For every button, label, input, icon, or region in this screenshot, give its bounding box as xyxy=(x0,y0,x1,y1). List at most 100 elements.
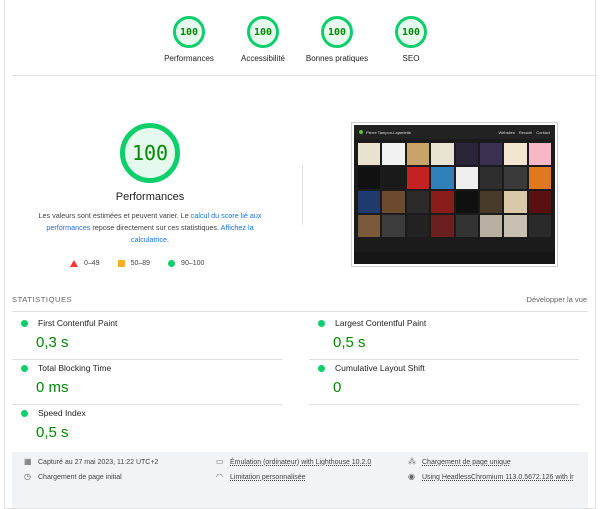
score-ring: 100 xyxy=(395,16,427,48)
divider xyxy=(12,359,282,360)
legend-pass: 90–100 xyxy=(168,260,204,267)
desc-text: . xyxy=(166,235,169,244)
gauge-accessibility[interactable]: 100 Accessibilité xyxy=(226,16,300,63)
metric-name: First Contentful Paint xyxy=(38,318,118,328)
info-emulation[interactable]: ▭ Émulation (ordinateur) with Lighthouse … xyxy=(216,458,371,468)
nodes-icon: ⁂ xyxy=(408,457,416,466)
score-value: 100 xyxy=(179,26,199,38)
metric-speed-index: Speed Index 0,5 s xyxy=(12,408,282,441)
pass-circle-icon xyxy=(21,364,28,372)
thumb-tile xyxy=(358,215,381,237)
info-single-load[interactable]: ⁂ Chargement de page unique xyxy=(408,458,511,468)
thumb-tile xyxy=(504,143,527,165)
score-ring: 100 xyxy=(247,16,279,48)
legend-range: 0–49 xyxy=(84,260,100,267)
expand-view-toggle[interactable]: Développer la vue xyxy=(527,295,587,304)
gauge-label: Performances xyxy=(164,54,214,63)
gauge-best-practices[interactable]: 100 Bonnes pratiques xyxy=(300,16,374,63)
thumb-tile xyxy=(455,167,478,189)
thumb-tile xyxy=(455,215,478,237)
info-throttling[interactable]: ◠ Limitation personnalisée xyxy=(216,473,306,483)
metric-value: 0,5 s xyxy=(36,424,69,441)
info-initial-load: ◷ Chargement de page initial xyxy=(24,473,122,483)
score-value: 100 xyxy=(253,26,273,38)
thumb-tile xyxy=(406,143,430,165)
thumb-tile xyxy=(479,191,503,213)
legend-range: 50–89 xyxy=(130,260,151,267)
calendar-icon: ▦ xyxy=(24,457,32,466)
thumb-nav-item: Websites xyxy=(498,129,515,135)
thumb-tile xyxy=(479,215,503,237)
legend-average: 50–89 xyxy=(117,260,151,267)
thumb-tile xyxy=(382,191,405,213)
thumb-tile xyxy=(382,167,405,189)
divider xyxy=(12,311,588,312)
thumb-tile xyxy=(528,143,551,165)
metric-value: 0 ms xyxy=(36,379,69,396)
info-browser[interactable]: ◉ Using HeadlessChromium 113.0.5672.126 w… xyxy=(408,473,584,483)
stats-heading: STATISTIQUES xyxy=(12,295,73,304)
thumb-tile xyxy=(431,215,454,237)
thumb-tile xyxy=(528,191,551,213)
score-ring: 100 xyxy=(173,16,205,48)
info-text: Capturé au 27 mai 2023, 11:22 UTC+2 xyxy=(38,459,159,466)
desc-text: Les valeurs sont estimées et peuvent var… xyxy=(38,211,191,220)
performance-score-ring: 100 xyxy=(120,123,180,183)
divider xyxy=(12,404,282,405)
info-text: Limitation personnalisée xyxy=(230,474,306,481)
score-legend: 0–49 50–89 90–100 xyxy=(70,260,204,267)
divider xyxy=(12,75,596,76)
circle-icon xyxy=(168,260,176,267)
thumb-tile xyxy=(504,215,527,237)
gauge-label: SEO xyxy=(402,54,420,63)
info-text: Chargement de page unique xyxy=(422,459,511,466)
metric-name: Cumulative Layout Shift xyxy=(335,363,425,373)
metric-cls: Cumulative Layout Shift 0 xyxy=(309,363,579,405)
vertical-divider xyxy=(302,165,303,225)
thumb-tile xyxy=(528,215,551,237)
gauge-label: Bonnes pratiques xyxy=(305,54,369,63)
metric-tbt: Total Blocking Time 0 ms xyxy=(12,363,282,405)
info-text: Using HeadlessChromium 113.0.5672.126 wi… xyxy=(422,474,574,481)
score-ring: 100 xyxy=(321,16,353,48)
info-text: Chargement de page initial xyxy=(38,474,122,481)
score-value: 100 xyxy=(327,26,347,38)
pass-circle-icon xyxy=(21,409,28,417)
legend-range: 90–100 xyxy=(181,260,205,267)
thumb-tile xyxy=(479,167,503,189)
pass-circle-icon xyxy=(318,319,325,327)
site-logo-icon xyxy=(359,130,363,134)
pass-circle-icon xyxy=(21,319,28,327)
thumb-tile xyxy=(504,167,527,189)
pass-circle-icon xyxy=(318,364,325,372)
final-screenshot[interactable]: Pierre Tampon-Lajarriette Websites Recue… xyxy=(352,123,557,266)
thumb-tile xyxy=(406,167,430,189)
performance-score-value: 100 xyxy=(131,141,169,165)
gauge-seo[interactable]: 100 SEO xyxy=(374,16,448,63)
thumb-tile xyxy=(358,191,381,213)
thumb-site-title: Pierre Tampon-Lajarriette xyxy=(366,129,412,135)
metric-name: Speed Index xyxy=(38,408,86,418)
legend-fail: 0–49 xyxy=(70,260,100,267)
metric-name: Largest Contentful Paint xyxy=(335,318,427,328)
thumb-grid xyxy=(354,139,555,237)
thumb-tile xyxy=(382,143,405,165)
info-text: Émulation (ordinateur) with Lighthouse 1… xyxy=(230,459,372,466)
thumb-tile xyxy=(455,143,478,165)
thumb-tile xyxy=(504,191,527,213)
thumb-tile xyxy=(455,191,478,213)
thumb-nav-item: Recueil xyxy=(518,129,533,135)
gauge-performance[interactable]: 100 Performances xyxy=(152,16,226,63)
divider xyxy=(309,359,579,360)
thumb-header: Pierre Tampon-Lajarriette Websites Recue… xyxy=(354,125,555,139)
metric-name: Total Blocking Time xyxy=(38,363,112,373)
thumb-tile xyxy=(358,143,381,165)
metric-value: 0,5 s xyxy=(333,334,366,351)
thumb-tile xyxy=(528,167,551,189)
gauge-label: Accessibilité xyxy=(240,54,285,63)
square-icon xyxy=(117,260,125,267)
thumb-footer xyxy=(354,252,555,264)
thumb-tile xyxy=(479,143,503,165)
metric-fcp: First Contentful Paint 0,3 s xyxy=(12,318,282,360)
metric-lcp: Largest Contentful Paint 0,5 s xyxy=(309,318,579,360)
